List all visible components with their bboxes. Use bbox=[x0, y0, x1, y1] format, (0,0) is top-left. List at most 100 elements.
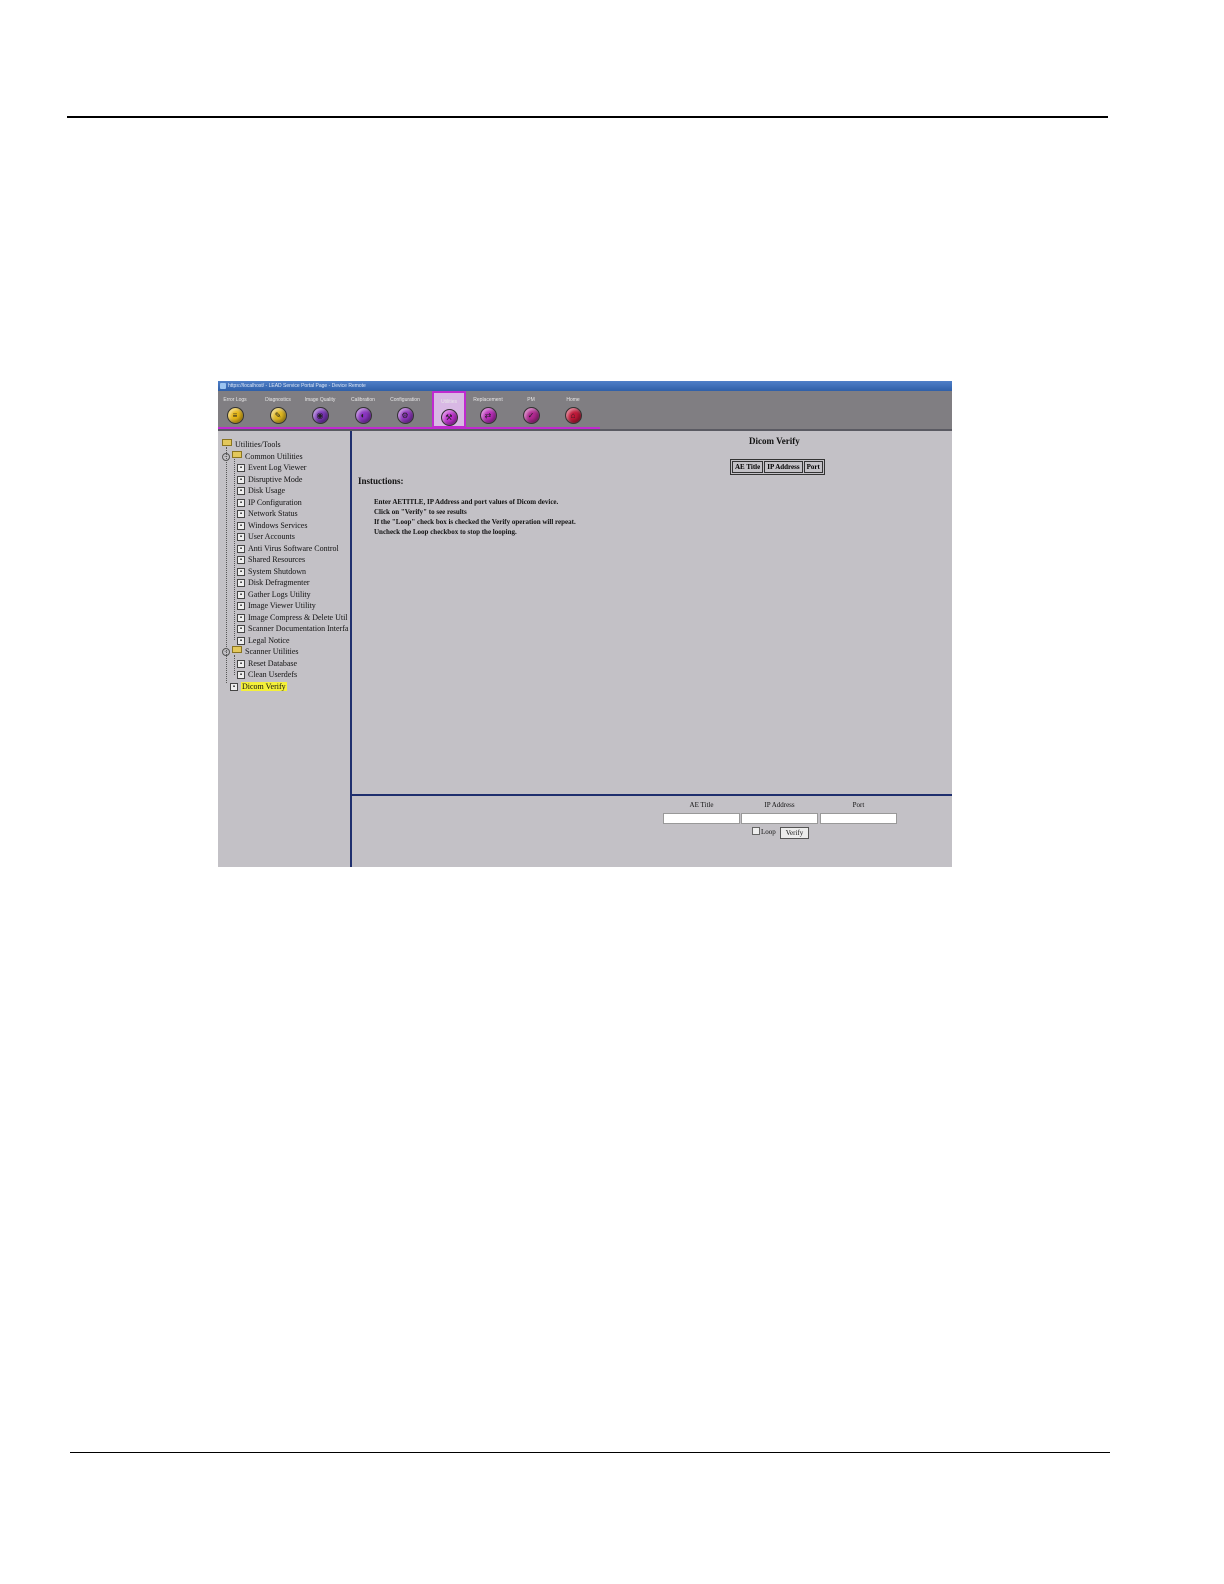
tree-item-label: Clean Userdefs bbox=[248, 670, 298, 679]
main-toolbar: Error Logs ≡ Diagnostics ✎ Image Quality ◉ Cal… bbox=[218, 391, 952, 429]
tree-node-icon: ▪ bbox=[230, 682, 238, 691]
pm-icon: ✓ bbox=[522, 407, 540, 424]
loop-label: Loop bbox=[761, 828, 776, 836]
utilities-icon: ⚒ bbox=[440, 409, 458, 426]
tree-guide-line bbox=[234, 654, 235, 675]
toolbar-item-error-logs[interactable]: Error Logs ≡ bbox=[218, 391, 255, 429]
toolbar-item-label: Utilities bbox=[440, 399, 458, 405]
toolbar-item-configuration[interactable]: Configuration ⚙ bbox=[385, 391, 425, 429]
calibration-icon: ◐ bbox=[354, 407, 372, 424]
toolbar-item-home[interactable]: Home ⌂ bbox=[553, 391, 593, 429]
tree-node-icon: ▪ bbox=[237, 487, 245, 495]
toolbar-item-label: Home bbox=[566, 397, 580, 403]
tree-item[interactable]: ▪ Scanner Documentation Interfa bbox=[237, 623, 348, 634]
instructions-heading: Instuctions: bbox=[358, 476, 404, 486]
tree-node-icon: ▪ bbox=[237, 475, 245, 484]
port-input[interactable] bbox=[820, 813, 897, 824]
folder-icon bbox=[232, 450, 242, 458]
tree-item-label: Windows Services bbox=[248, 520, 308, 530]
toolbar-item-label: PM bbox=[527, 397, 535, 403]
tree-item-label: Gather Logs Utility bbox=[248, 589, 311, 599]
loop-checkbox-wrap[interactable]: Loop bbox=[752, 827, 776, 838]
folder-icon bbox=[222, 439, 232, 446]
instruction-line: Enter AETITLE, IP Address and port value… bbox=[374, 498, 559, 506]
tree-node-icon: ▪ bbox=[237, 625, 245, 633]
toolbar-item-label: Calibration bbox=[351, 397, 375, 403]
log-icon: ≡ bbox=[226, 407, 244, 424]
tree-item-label: IP Configuration bbox=[248, 497, 302, 507]
tree-node-icon: ▪ bbox=[237, 567, 245, 576]
tree-item[interactable]: ▪ Reset Database bbox=[237, 658, 297, 669]
tree-item[interactable]: ▪ Legal Notice bbox=[237, 635, 290, 646]
tree-item[interactable]: ▪ Clean Userdefs bbox=[237, 669, 297, 680]
ip-address-label: IP Address bbox=[764, 801, 795, 809]
toolbar-item-label: Image Quality bbox=[304, 397, 336, 403]
tree-item[interactable]: ▪ Image Viewer Utility bbox=[237, 600, 316, 611]
tree-item[interactable]: ▪ Disk Defragmenter bbox=[237, 577, 310, 588]
tree-item-label: Anti Virus Software Control bbox=[248, 543, 339, 553]
replacement-icon: ⇄ bbox=[479, 407, 497, 424]
tree-item-label: Disk Usage bbox=[248, 486, 286, 495]
tree-item-label: Network Status bbox=[248, 509, 298, 518]
instruction-line: Click on "Verify" to see results bbox=[374, 508, 467, 516]
toolbar-item-replacement[interactable]: Replacement ⇄ bbox=[468, 391, 508, 429]
tree-node-icon: ▪ bbox=[237, 510, 245, 518]
toolbar-item-diagnostics[interactable]: Diagnostics ✎ bbox=[258, 391, 298, 429]
tree-item[interactable]: ▪ Shared Resources bbox=[237, 554, 305, 565]
image-quality-icon: ◉ bbox=[311, 407, 329, 424]
ae-title-input[interactable] bbox=[663, 813, 740, 824]
tree-item[interactable]: ▪ Image Compress & Delete Util bbox=[237, 612, 348, 623]
tree-node-icon: ▪ bbox=[237, 579, 245, 587]
tree-node-icon: ▪ bbox=[237, 590, 245, 599]
form-separator bbox=[352, 794, 952, 796]
tree-node-icon: ▪ bbox=[237, 602, 245, 610]
tree-item[interactable]: ▪ Event Log Viewer bbox=[237, 462, 306, 473]
tree-item[interactable]: ▪ User Accounts bbox=[237, 531, 295, 542]
tree-guide-line bbox=[234, 459, 235, 640]
results-col-ip-address: IP Address bbox=[764, 461, 803, 473]
tree-item[interactable]: ▪ System Shutdown bbox=[237, 566, 306, 577]
tree-guide-line bbox=[226, 447, 227, 683]
tree-node-icon: ▪ bbox=[237, 671, 245, 679]
tree-node-icon: ▪ bbox=[237, 521, 245, 530]
ip-address-input[interactable] bbox=[741, 813, 818, 824]
tree-node-icon: ▪ bbox=[237, 464, 245, 472]
tree-node-icon: ▪ bbox=[237, 533, 245, 541]
browser-icon bbox=[220, 383, 226, 389]
loop-checkbox[interactable] bbox=[752, 827, 760, 835]
tree-item[interactable]: ▪ Anti Virus Software Control bbox=[237, 543, 339, 554]
tree-item[interactable]: ▪ Windows Services bbox=[237, 520, 307, 531]
tree-root[interactable]: Utilities/Tools bbox=[222, 439, 281, 450]
toolbar-item-label: Configuration bbox=[390, 397, 420, 403]
tree-item-label: User Accounts bbox=[248, 532, 295, 541]
tree-item[interactable]: ▪ Network Status bbox=[237, 508, 298, 519]
window-title: https://localhost/ - LEAD Service Portal… bbox=[228, 383, 366, 389]
configuration-icon: ⚙ bbox=[396, 407, 414, 424]
toolbar-item-image-quality[interactable]: Image Quality ◉ bbox=[300, 391, 340, 429]
page-bottom-rule bbox=[70, 1452, 1110, 1453]
tree-item[interactable]: ▪ Disk Usage bbox=[237, 485, 285, 496]
tree-node-icon: ▪ bbox=[237, 613, 245, 622]
tree-item[interactable]: ▪ IP Configuration bbox=[237, 497, 302, 508]
toolbar-item-label: Diagnostics bbox=[265, 397, 291, 403]
results-col-port: Port bbox=[803, 461, 823, 473]
home-icon: ⌂ bbox=[564, 407, 582, 424]
tree-item-label: System Shutdown bbox=[248, 566, 307, 576]
tree-item[interactable]: ▪ Disruptive Mode bbox=[237, 474, 302, 485]
tree-item-label: Disk Defragmenter bbox=[248, 578, 310, 587]
tree-item-label: Shared Resources bbox=[248, 555, 306, 564]
tree-node-icon: ▪ bbox=[237, 556, 245, 564]
tree-item-selected[interactable]: ▪ Dicom Verify bbox=[230, 681, 287, 692]
port-label: Port bbox=[852, 801, 865, 809]
tree-item[interactable]: ▪ Gather Logs Utility bbox=[237, 589, 311, 600]
tree-group-label: Scanner Utilities bbox=[245, 647, 299, 656]
ae-title-label: AE Title bbox=[689, 801, 714, 809]
toolbar-item-pm[interactable]: PM ✓ bbox=[511, 391, 551, 429]
tree-node-icon: ▪ bbox=[237, 659, 245, 668]
tree-item-label: Event Log Viewer bbox=[248, 463, 307, 472]
verify-button[interactable]: Verify bbox=[780, 827, 809, 839]
toolbar-item-calibration[interactable]: Calibration ◐ bbox=[343, 391, 383, 429]
tree-item-selected-label: Dicom Verify bbox=[241, 681, 287, 691]
tree-node-icon: ▪ bbox=[237, 544, 245, 553]
toolbar-item-utilities[interactable]: Utilities ⚒ bbox=[432, 391, 466, 428]
